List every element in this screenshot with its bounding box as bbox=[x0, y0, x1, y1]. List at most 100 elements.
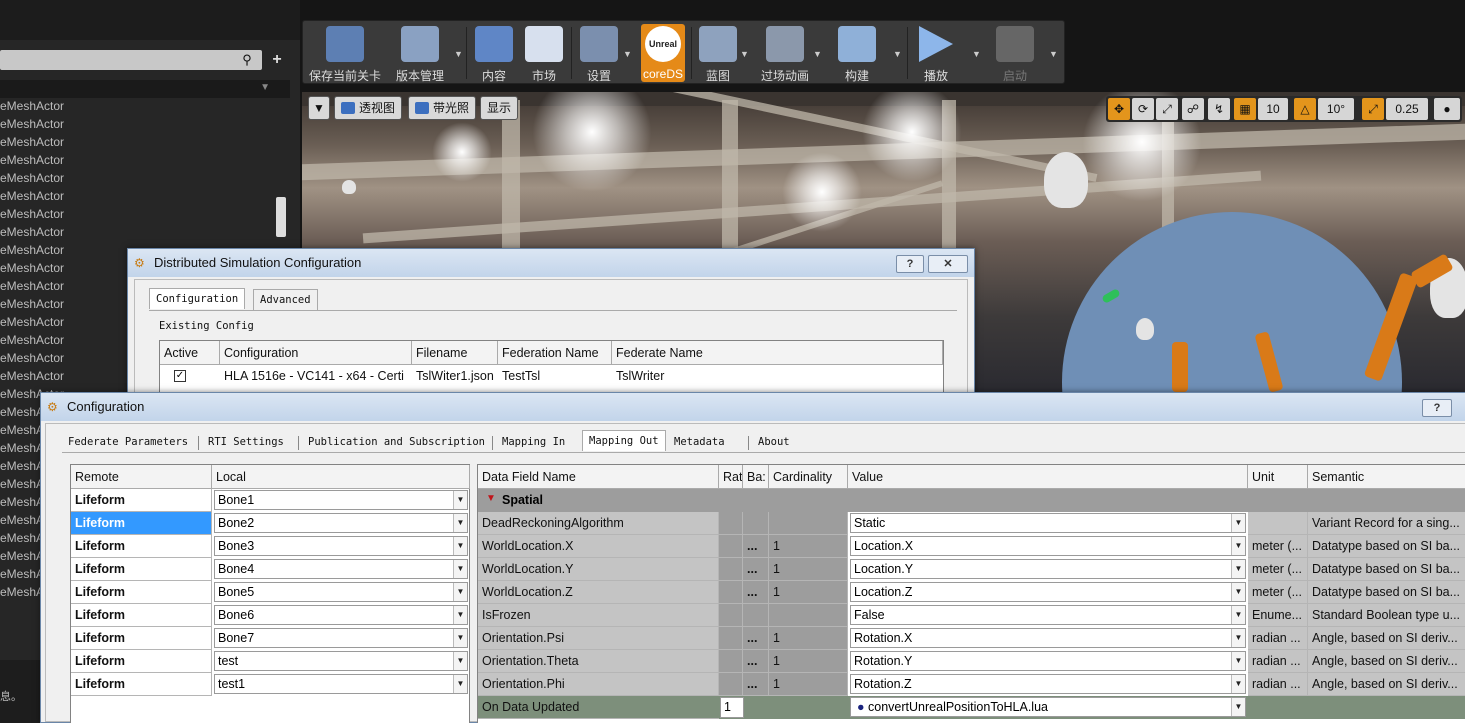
rotation-snap-value[interactable]: 10° bbox=[1318, 98, 1354, 120]
col-local[interactable]: Local bbox=[212, 465, 470, 489]
rate-cell[interactable] bbox=[719, 604, 743, 627]
chevron-down-icon[interactable]: ▼ bbox=[1231, 675, 1245, 693]
semantic-cell[interactable]: Datatype based on SI ba... bbox=[1308, 581, 1465, 604]
remote-cell[interactable]: Lifeform bbox=[71, 604, 212, 627]
value-select[interactable]: Rotation.Z ▼ bbox=[850, 674, 1246, 694]
base-cell[interactable]: ... bbox=[743, 558, 769, 581]
remote-cell[interactable]: Lifeform bbox=[71, 627, 212, 650]
source-control-button[interactable]: 版本管理 bbox=[387, 24, 453, 83]
local-bone-select[interactable]: Bone2 ▼ bbox=[214, 513, 468, 533]
light-bulb-icon[interactable] bbox=[1136, 318, 1154, 340]
rate-cell[interactable] bbox=[719, 673, 743, 696]
collapse-arrow-icon[interactable]: ▼ bbox=[486, 493, 496, 504]
semantic-cell[interactable]: Datatype based on SI ba... bbox=[1308, 535, 1465, 558]
col-value[interactable]: Value bbox=[848, 465, 1248, 489]
value-select[interactable]: Rotation.X ▼ bbox=[850, 628, 1246, 648]
close-icon[interactable]: ✕ bbox=[928, 255, 968, 273]
chevron-down-icon[interactable]: ▼ bbox=[1231, 514, 1245, 532]
base-cell[interactable]: ... bbox=[743, 581, 769, 604]
col-cardinality[interactable]: Cardinality bbox=[769, 465, 848, 489]
chevron-down-icon[interactable]: ▼ bbox=[260, 82, 270, 93]
federate-cell[interactable]: TslWriter bbox=[612, 365, 812, 388]
chevron-down-icon[interactable]: ▼ bbox=[453, 583, 467, 601]
unit-cell[interactable]: meter (... bbox=[1248, 581, 1308, 604]
chevron-down-icon[interactable]: ▼ bbox=[453, 514, 467, 532]
scale-icon[interactable]: ⤢ bbox=[1156, 98, 1178, 120]
base-cell[interactable]: ... bbox=[743, 627, 769, 650]
search-icon[interactable]: ⚲ bbox=[236, 52, 258, 68]
settings-dropdown-icon[interactable]: ▼ bbox=[623, 49, 632, 59]
grid-snap-value[interactable]: 10 bbox=[1258, 98, 1288, 120]
local-bone-select[interactable]: Bone7 ▼ bbox=[214, 628, 468, 648]
outliner-scrollbar[interactable] bbox=[276, 197, 286, 237]
data-field-name-cell[interactable]: WorldLocation.Z bbox=[478, 581, 719, 604]
rotation-snap-icon[interactable]: △ bbox=[1294, 98, 1316, 120]
data-field-name-cell[interactable]: WorldLocation.X bbox=[478, 535, 719, 558]
config-cell[interactable]: HLA 1516e - VC141 - x64 - Certi bbox=[220, 365, 412, 388]
outliner-actor-row[interactable]: eMeshActor bbox=[0, 169, 290, 187]
outliner-column-header[interactable]: ▼ bbox=[0, 80, 290, 98]
unit-cell[interactable] bbox=[1248, 512, 1308, 535]
cinematics-button[interactable]: 过场动画 bbox=[755, 24, 815, 83]
base-cell[interactable]: ... bbox=[743, 673, 769, 696]
active-checkbox[interactable]: ✓ bbox=[174, 370, 186, 382]
cardinality-cell[interactable]: 1 bbox=[769, 581, 848, 604]
chevron-down-icon[interactable]: ▼ bbox=[453, 652, 467, 670]
outliner-actor-row[interactable]: eMeshActor bbox=[0, 151, 290, 169]
col-federate-name[interactable]: Federate Name bbox=[612, 341, 943, 365]
rate-cell[interactable] bbox=[719, 558, 743, 581]
outliner-search-input[interactable] bbox=[0, 50, 262, 70]
source-control-dropdown-icon[interactable]: ▼ bbox=[454, 49, 463, 59]
value-select[interactable]: Location.X ▼ bbox=[850, 536, 1246, 556]
chevron-down-icon[interactable]: ▼ bbox=[1231, 698, 1245, 716]
scale-snap-value[interactable]: 0.25 bbox=[1386, 98, 1428, 120]
scale-snap-icon[interactable]: ⤢ bbox=[1362, 98, 1384, 120]
config-title-bar[interactable]: ⚙ Configuration bbox=[41, 393, 1465, 421]
base-cell[interactable]: ... bbox=[743, 650, 769, 673]
cardinality-cell[interactable]: 1 bbox=[769, 535, 848, 558]
remote-cell[interactable]: Lifeform bbox=[71, 650, 212, 673]
blueprints-button[interactable]: 蓝图 bbox=[693, 24, 743, 83]
remote-cell[interactable]: Lifeform bbox=[71, 489, 212, 512]
cardinality-cell[interactable]: 1 bbox=[769, 558, 848, 581]
local-bone-select[interactable]: Bone3 ▼ bbox=[214, 536, 468, 556]
chevron-down-icon[interactable]: ▼ bbox=[453, 537, 467, 555]
surface-snap-icon[interactable]: ↯ bbox=[1208, 98, 1230, 120]
light-bulb-icon[interactable] bbox=[342, 180, 356, 194]
play-dropdown-icon[interactable]: ▼ bbox=[972, 49, 981, 59]
value-select[interactable]: False ▼ bbox=[850, 605, 1246, 625]
lit-mode-button[interactable]: 带光照 bbox=[408, 96, 477, 120]
value-select[interactable]: Location.Y ▼ bbox=[850, 559, 1246, 579]
remote-cell[interactable]: Lifeform bbox=[71, 581, 212, 604]
data-field-name-cell[interactable]: IsFrozen bbox=[478, 604, 719, 627]
cardinality-cell[interactable]: 1 bbox=[769, 673, 848, 696]
outliner-actor-row[interactable]: eMeshActor bbox=[0, 115, 290, 133]
chevron-down-icon[interactable]: ▼ bbox=[1231, 537, 1245, 555]
lua-script-select[interactable]: ● convertUnrealPositionToHLA.lua ▼ bbox=[850, 697, 1246, 717]
data-field-name-cell[interactable]: Orientation.Psi bbox=[478, 627, 719, 650]
chevron-down-icon[interactable]: ▼ bbox=[453, 675, 467, 693]
add-filter-icon[interactable]: + bbox=[266, 50, 288, 70]
help-button[interactable]: ? bbox=[1422, 399, 1452, 417]
data-field-name-cell[interactable]: Orientation.Theta bbox=[478, 650, 719, 673]
local-bone-select[interactable]: test1 ▼ bbox=[214, 674, 468, 694]
chevron-down-icon[interactable]: ▼ bbox=[1231, 583, 1245, 601]
col-configuration[interactable]: Configuration bbox=[220, 341, 412, 365]
remote-cell[interactable]: Lifeform bbox=[71, 558, 212, 581]
unit-cell[interactable]: radian ... bbox=[1248, 627, 1308, 650]
camera-speed-icon[interactable]: ● bbox=[1434, 98, 1460, 120]
translate-icon[interactable]: ✥ bbox=[1108, 98, 1130, 120]
unit-cell[interactable]: meter (... bbox=[1248, 535, 1308, 558]
chevron-down-icon[interactable]: ▼ bbox=[1231, 629, 1245, 647]
blueprints-dropdown-icon[interactable]: ▼ bbox=[740, 49, 749, 59]
rate-cell[interactable] bbox=[719, 650, 743, 673]
settings-button[interactable]: 设置 bbox=[573, 24, 625, 83]
local-bone-select[interactable]: test ▼ bbox=[214, 651, 468, 671]
chevron-down-icon[interactable]: ▼ bbox=[453, 560, 467, 578]
unit-cell[interactable]: radian ... bbox=[1248, 673, 1308, 696]
rate-cell[interactable] bbox=[719, 512, 743, 535]
tab-mapping-out[interactable]: Mapping Out bbox=[582, 430, 666, 451]
marketplace-button[interactable]: 市场 bbox=[521, 24, 567, 83]
base-cell[interactable] bbox=[743, 604, 769, 627]
base-cell[interactable]: ... bbox=[743, 535, 769, 558]
